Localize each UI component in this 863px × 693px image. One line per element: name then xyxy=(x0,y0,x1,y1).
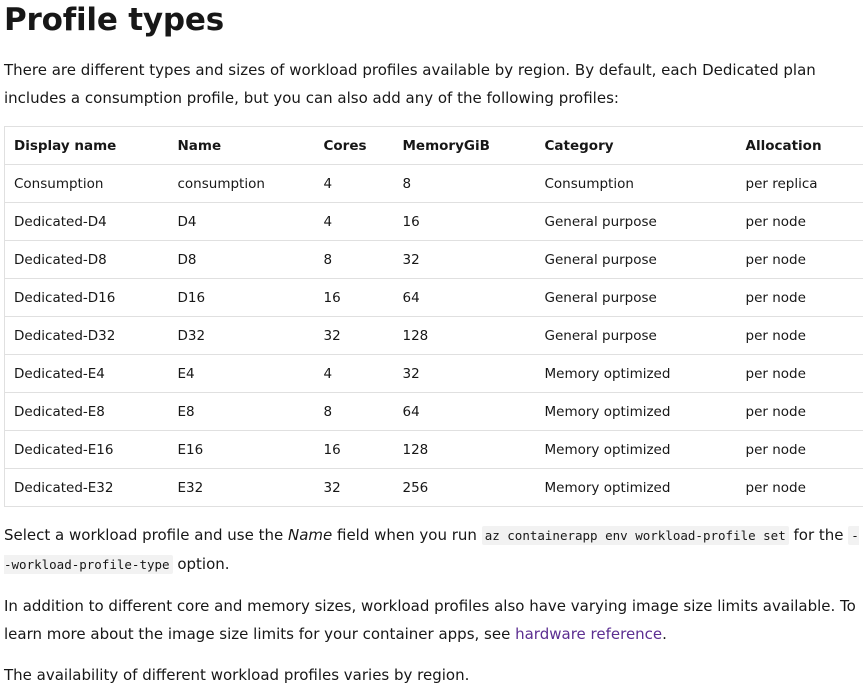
name-cell: D16 xyxy=(168,278,315,317)
cli-command-code: az containerapp env workload-profile set xyxy=(481,526,789,545)
name-cell: E32 xyxy=(168,468,315,507)
size-text-2: . xyxy=(662,625,667,643)
category-cell: Consumption xyxy=(535,164,737,203)
category-cell: Memory optimized xyxy=(535,430,737,469)
profile-types-table: Display name Name Cores MemoryGiB Catego… xyxy=(4,126,863,507)
header-cores: Cores xyxy=(314,126,394,165)
allocation-cell: per node xyxy=(736,468,863,507)
header-category: Category xyxy=(535,126,737,165)
allocation-cell: per node xyxy=(736,240,863,279)
name-cell: D4 xyxy=(168,202,315,241)
cores-cell: 8 xyxy=(314,240,394,279)
availability-paragraph: The availability of different workload p… xyxy=(4,666,470,684)
category-cell: Memory optimized xyxy=(535,468,737,507)
name-field-emphasis: Name xyxy=(287,526,333,544)
table-header-row: Display name Name Cores MemoryGiB Catego… xyxy=(4,126,863,165)
cores-cell: 16 xyxy=(314,278,394,317)
allocation-cell: per node xyxy=(736,430,863,469)
select-paragraph: Select a workload profile and use the Na… xyxy=(4,521,863,579)
memory-cell: 8 xyxy=(393,164,536,203)
header-name: Name xyxy=(168,126,315,165)
name-cell: consumption xyxy=(168,164,315,203)
header-display-name: Display name xyxy=(4,126,169,165)
allocation-cell: per node xyxy=(736,316,863,355)
name-cell: D32 xyxy=(168,316,315,355)
allocation-cell: per node xyxy=(736,202,863,241)
name-cell: E8 xyxy=(168,392,315,431)
intro-paragraph: There are different types and sizes of w… xyxy=(4,61,816,107)
cores-cell: 8 xyxy=(314,392,394,431)
allocation-cell: per replica xyxy=(736,164,863,203)
memory-cell: 64 xyxy=(393,278,536,317)
category-cell: General purpose xyxy=(535,202,737,241)
category-cell: General purpose xyxy=(535,278,737,317)
cores-cell: 16 xyxy=(314,430,394,469)
category-cell: General purpose xyxy=(535,316,737,355)
cores-cell: 32 xyxy=(314,468,394,507)
size-paragraph: In addition to different core and memory… xyxy=(4,592,863,648)
display-name-cell: Dedicated-D4 xyxy=(4,202,169,241)
category-cell: Memory optimized xyxy=(535,392,737,431)
select-text-1: Select a workload profile and use the xyxy=(4,526,288,544)
display-name-cell: Consumption xyxy=(4,164,169,203)
header-memory: MemoryGiB xyxy=(393,126,536,165)
table-row: Dedicated-E16 E16 16 128 Memory optimized per… xyxy=(4,430,863,469)
memory-cell: 256 xyxy=(393,468,536,507)
select-text-3: for the xyxy=(788,526,849,544)
select-text-2: field when you run xyxy=(332,526,482,544)
table-row: Dedicated-E4 E4 4 32 Memory optimized per nod… xyxy=(4,354,863,393)
category-cell: Memory optimized xyxy=(535,354,737,393)
memory-cell: 16 xyxy=(393,202,536,241)
page-title: Profile types xyxy=(4,2,224,38)
display-name-cell: Dedicated-D16 xyxy=(4,278,169,317)
table-row: Dedicated-E32 E32 32 256 Memory optimized per… xyxy=(4,468,863,507)
select-text-4: option. xyxy=(172,555,230,573)
size-text-1: In addition to different core and memory… xyxy=(4,597,856,643)
name-cell: E16 xyxy=(168,430,315,469)
allocation-cell: per node xyxy=(736,392,863,431)
table-row: Dedicated-D16 D16 16 64 General purpose per n… xyxy=(4,278,863,317)
memory-cell: 64 xyxy=(393,392,536,431)
table-body: Consumption consumption 4 8 Consumption per r… xyxy=(4,164,863,507)
category-cell: General purpose xyxy=(535,240,737,279)
table-row: Dedicated-E8 E8 8 64 Memory optimized per nod… xyxy=(4,392,863,431)
table-row: Dedicated-D32 D32 32 128 General purpose per … xyxy=(4,316,863,355)
memory-cell: 128 xyxy=(393,316,536,355)
article: Profile types There are different types … xyxy=(4,0,863,689)
name-cell: E4 xyxy=(168,354,315,393)
header-allocation: Allocation xyxy=(736,126,863,165)
cores-cell: 32 xyxy=(314,316,394,355)
cores-cell: 4 xyxy=(314,354,394,393)
cores-cell: 4 xyxy=(314,202,394,241)
allocation-cell: per node xyxy=(736,278,863,317)
display-name-cell: Dedicated-D32 xyxy=(4,316,169,355)
memory-cell: 32 xyxy=(393,240,536,279)
table-row: Dedicated-D8 D8 8 32 General purpose per node xyxy=(4,240,863,279)
name-cell: D8 xyxy=(168,240,315,279)
display-name-cell: Dedicated-E8 xyxy=(4,392,169,431)
memory-cell: 128 xyxy=(393,430,536,469)
display-name-cell: Dedicated-E32 xyxy=(4,468,169,507)
hardware-reference-link[interactable]: hardware reference xyxy=(515,625,662,643)
display-name-cell: Dedicated-E16 xyxy=(4,430,169,469)
table-row: Consumption consumption 4 8 Consumption per r… xyxy=(4,164,863,203)
memory-cell: 32 xyxy=(393,354,536,393)
display-name-cell: Dedicated-D8 xyxy=(4,240,169,279)
cores-cell: 4 xyxy=(314,164,394,203)
display-name-cell: Dedicated-E4 xyxy=(4,354,169,393)
allocation-cell: per node xyxy=(736,354,863,393)
table-row: Dedicated-D4 D4 4 16 General purpose per node xyxy=(4,202,863,241)
